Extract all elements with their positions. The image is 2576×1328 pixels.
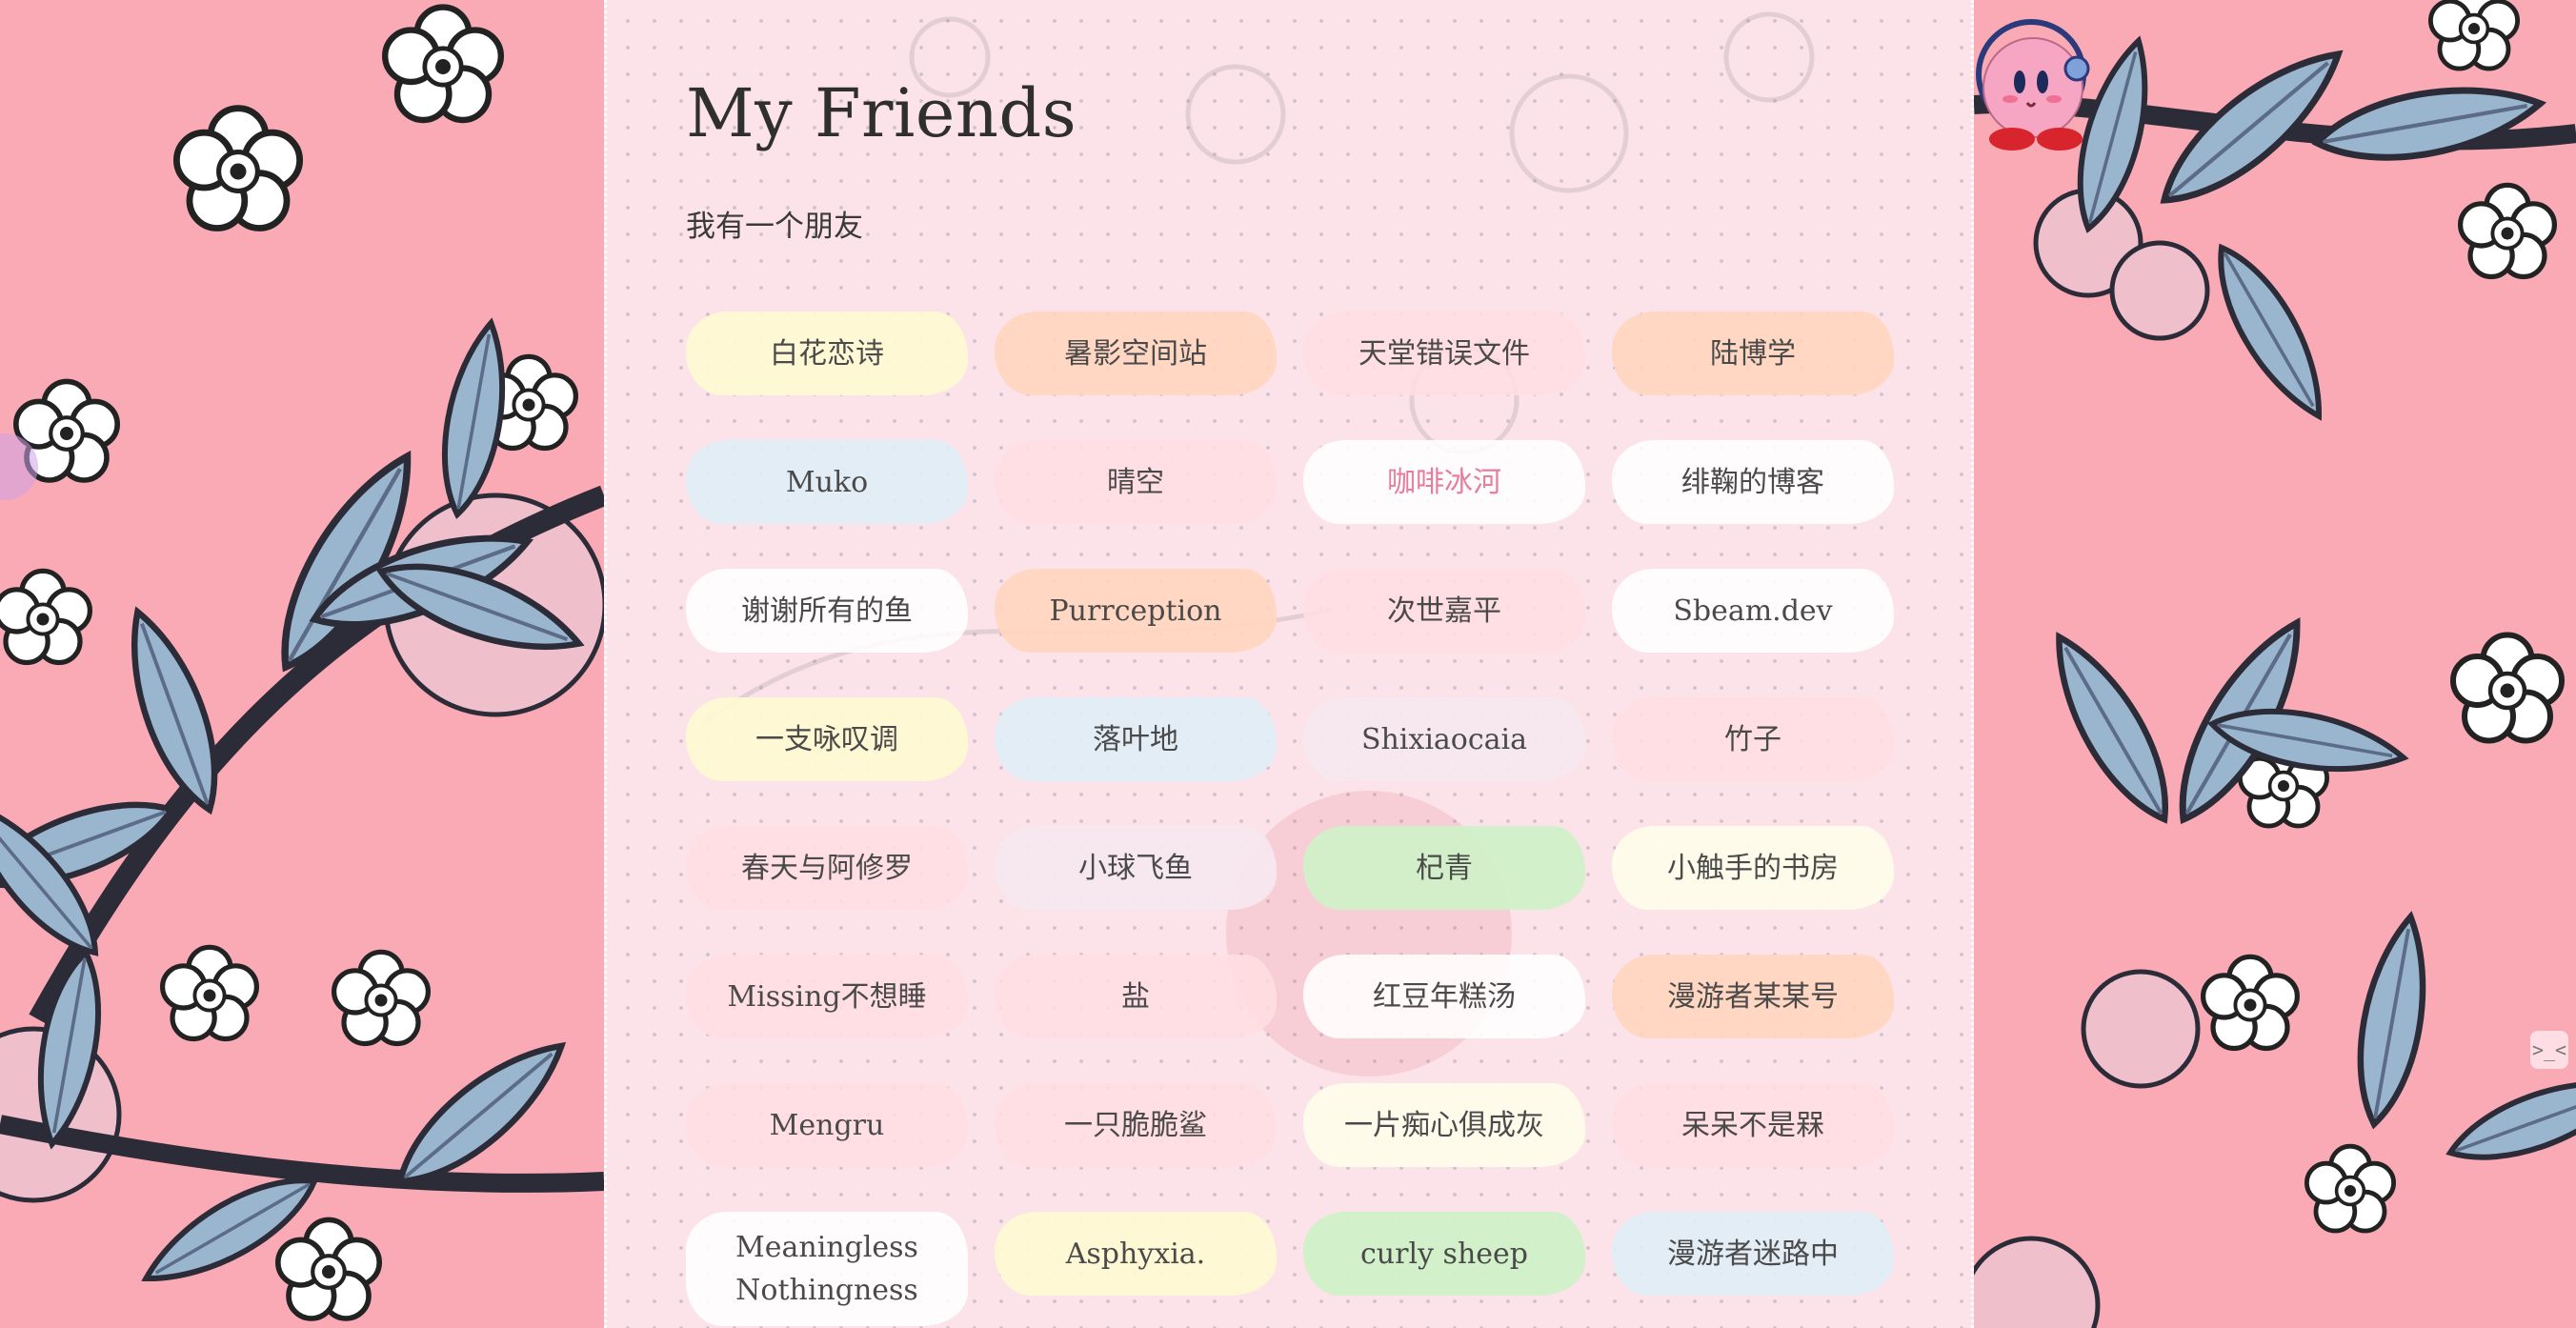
friend-link[interactable]: 漫游者迷路中 [1612,1212,1894,1296]
friend-link[interactable]: 次世嘉平 [1303,569,1585,653]
page-title: My Friends [686,74,1077,152]
friend-link[interactable]: Muko [686,440,968,524]
friend-link[interactable]: 春天与阿修罗 [686,826,968,910]
friend-link[interactable]: Meaningless Nothingness [686,1212,968,1326]
friend-link[interactable]: Sbeam.dev [1612,569,1894,653]
friend-link[interactable]: 天堂错误文件 [1303,312,1585,395]
main-content: My Friends 我有一个朋友 白花恋诗 暑影空间站 天堂错误文件 陆博学 … [604,0,1974,1328]
friend-link[interactable]: curly sheep [1303,1212,1585,1296]
side-panel-handle[interactable]: >_< [2530,1031,2568,1069]
friend-link[interactable]: 红豆年糕汤 [1303,955,1585,1038]
friend-link[interactable]: Mengru [686,1083,968,1167]
background-floral-left [0,0,604,1328]
background-floral-right: >_< [1974,0,2576,1328]
friend-link[interactable]: 绯鞠的博客 [1612,440,1894,524]
friend-link[interactable]: 盐 [995,955,1277,1038]
friend-link[interactable]: 一只脆脆鲨 [995,1083,1277,1167]
friend-link[interactable]: 呆呆不是槑 [1612,1083,1894,1167]
kirby-mascot-icon[interactable] [1974,0,2098,151]
friend-link[interactable]: 陆博学 [1612,312,1894,395]
friend-link[interactable]: 谢谢所有的鱼 [686,569,968,653]
friend-link[interactable]: 小球飞鱼 [995,826,1277,910]
friend-link-hovered[interactable]: 咖啡冰河 [1303,440,1585,524]
friend-link[interactable]: 落叶地 [995,697,1277,781]
friend-link[interactable]: 白花恋诗 [686,312,968,395]
friend-link[interactable]: 一片痴心俱成灰 [1303,1083,1585,1167]
friend-link[interactable]: 一支咏叹调 [686,697,968,781]
friend-link[interactable]: 竹子 [1612,697,1894,781]
page-subtitle: 我有一个朋友 [686,210,863,244]
friend-link[interactable]: Purrception [995,569,1277,653]
friends-grid: 白花恋诗 暑影空间站 天堂错误文件 陆博学 Muko 晴空 咖啡冰河 绯鞠的博客… [686,312,1896,1326]
friend-link[interactable]: 暑影空间站 [995,312,1277,395]
friend-link[interactable]: 晴空 [995,440,1277,524]
friend-link[interactable]: Shixiaocaia [1303,697,1585,781]
friend-link[interactable]: 杞青 [1303,826,1585,910]
friend-link[interactable]: 漫游者某某号 [1612,955,1894,1038]
friend-link[interactable]: Missing不想睡 [686,955,968,1038]
friend-link[interactable]: 小触手的书房 [1612,826,1894,910]
friend-link[interactable]: Asphyxia. [995,1212,1277,1296]
